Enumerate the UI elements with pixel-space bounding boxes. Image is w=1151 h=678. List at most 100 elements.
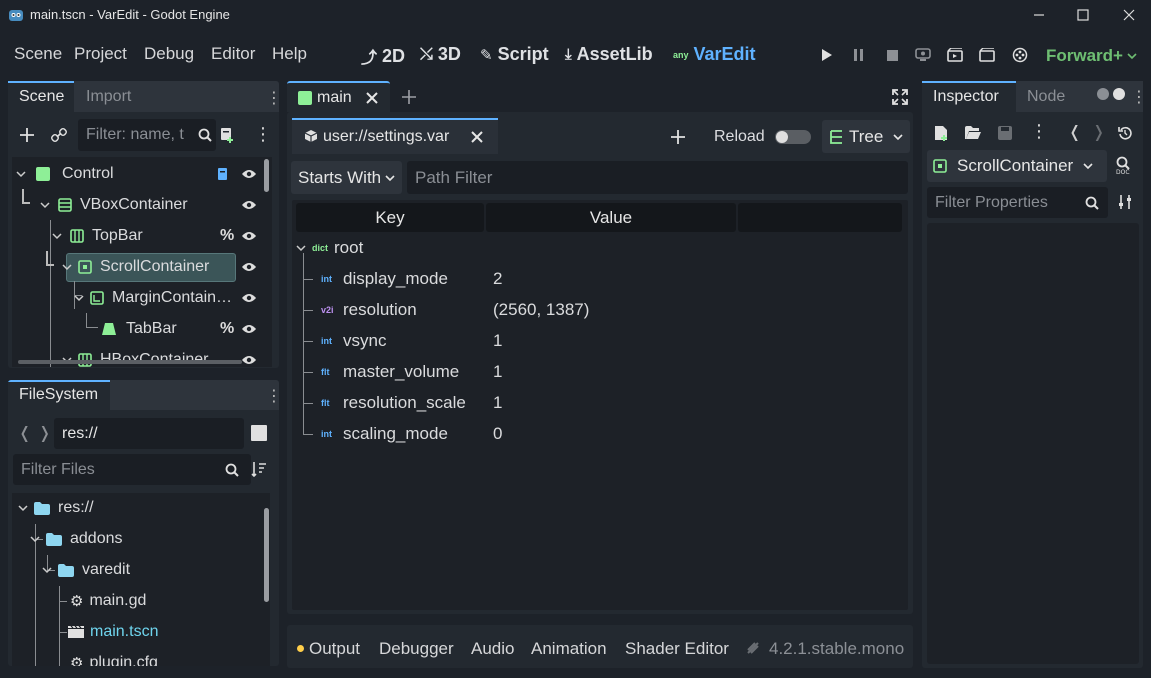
bottom-tab-output[interactable]: Output [309, 639, 360, 659]
new-tab-icon[interactable] [400, 88, 418, 106]
file-item-res[interactable]: res:// [12, 493, 94, 523]
split-view-icon[interactable] [251, 425, 267, 441]
tree-node-topbar[interactable]: TopBar % [12, 221, 268, 251]
maximize-button[interactable] [1060, 0, 1106, 30]
history-back-icon[interactable]: ❬ [1068, 122, 1081, 142]
new-resource-icon[interactable] [932, 124, 950, 142]
filter-files-input[interactable]: Filter Files [13, 454, 251, 485]
play-custom-scene-icon[interactable] [978, 46, 996, 64]
inspector-more-icon[interactable]: ⋮ [1030, 121, 1048, 142]
column-header-key[interactable]: Key [296, 203, 484, 232]
view-mode-select[interactable]: Tree [822, 120, 910, 153]
scene-filter-input[interactable]: Filter: name, t [78, 119, 216, 151]
tab-scroll-left-icon[interactable] [1097, 88, 1109, 100]
visibility-eye-icon[interactable] [241, 292, 257, 304]
menu-debug[interactable]: Debug [144, 44, 194, 64]
bottom-tab-shader-editor[interactable]: Shader Editor [625, 639, 729, 659]
entry-value[interactable]: 2 [493, 269, 502, 289]
entry-value[interactable]: 1 [493, 393, 502, 413]
file-tab[interactable]: user://settings.var [292, 118, 498, 154]
visibility-eye-icon[interactable] [241, 261, 257, 273]
attach-script-button[interactable] [218, 126, 236, 144]
close-window-button[interactable] [1106, 0, 1151, 30]
distraction-free-icon[interactable] [890, 87, 910, 107]
history-forward-icon[interactable]: ❭ [1092, 122, 1105, 142]
visibility-eye-icon[interactable] [241, 230, 257, 242]
bottom-tab-debugger[interactable]: Debugger [379, 639, 454, 659]
entry-row[interactable]: flt master_volume 1 [292, 357, 902, 387]
play-button[interactable] [818, 46, 836, 64]
tree-node-margincontainer[interactable]: MarginContain… [12, 283, 268, 313]
entry-row[interactable]: int vsync 1 [292, 326, 902, 356]
file-item-main-tscn[interactable]: main.tscn [12, 617, 158, 647]
close-file-icon[interactable] [470, 130, 484, 144]
save-icon[interactable] [996, 124, 1014, 142]
scene-more-icon[interactable]: ⋮ [254, 124, 272, 145]
entry-root[interactable]: dict root [292, 233, 902, 263]
path-filter-input[interactable]: Path Filter [407, 161, 908, 194]
movie-maker-icon[interactable] [1011, 46, 1029, 64]
entry-value[interactable]: 1 [493, 362, 502, 382]
forward-arrow-icon[interactable]: ❭ [38, 423, 51, 443]
workspace-varedit-button[interactable]: any VarEdit [673, 44, 756, 65]
scene-tree-vscrollbar[interactable] [264, 159, 269, 192]
entry-row[interactable]: v2i resolution (2560, 1387) [292, 295, 902, 325]
workspace-3d-button[interactable]: ⤯ 3D [420, 44, 461, 65]
add-entry-button[interactable] [669, 128, 687, 146]
play-scene-icon[interactable] [946, 46, 964, 64]
entry-value[interactable]: (2560, 1387) [493, 300, 589, 320]
entry-row[interactable]: int display_mode 2 [292, 264, 902, 294]
sort-icon[interactable] [250, 460, 268, 478]
visibility-eye-icon[interactable] [241, 354, 257, 366]
tab-import[interactable]: Import [86, 88, 131, 106]
tab-node[interactable]: Node [1027, 88, 1065, 106]
match-mode-select[interactable]: Starts With [291, 161, 402, 194]
tab-scroll-right-icon[interactable] [1113, 88, 1125, 100]
renderer-select[interactable]: Forward+ [1046, 46, 1137, 66]
stop-button[interactable] [883, 46, 901, 64]
menu-editor[interactable]: Editor [211, 44, 255, 64]
bottom-tab-animation[interactable]: Animation [531, 639, 607, 659]
dock-menu-icon[interactable]: ⋮ [266, 386, 279, 406]
dock-menu-icon[interactable]: ⋮ [266, 88, 282, 108]
file-item-varedit[interactable]: varedit [12, 555, 130, 585]
file-item-addons[interactable]: addons [12, 524, 123, 554]
tree-node-control[interactable]: Control [12, 159, 268, 189]
menu-scene[interactable]: Scene [14, 44, 62, 64]
entry-value[interactable]: 0 [493, 424, 502, 444]
tree-node-vboxcontainer[interactable]: VBoxContainer [12, 190, 268, 220]
history-icon[interactable] [1116, 124, 1134, 142]
remote-debug-icon[interactable] [914, 46, 932, 64]
dock-menu-icon[interactable]: ⋮ [1131, 87, 1147, 107]
menu-help[interactable]: Help [272, 44, 307, 64]
back-arrow-icon[interactable]: ❬ [18, 423, 31, 443]
visibility-eye-icon[interactable] [241, 323, 257, 335]
link-icon[interactable] [50, 126, 68, 144]
pause-button[interactable] [850, 46, 868, 64]
property-settings-icon[interactable] [1116, 193, 1134, 211]
entry-row[interactable]: flt resolution_scale 1 [292, 388, 902, 418]
selected-object-select[interactable]: ScrollContainer [927, 150, 1107, 182]
tree-node-scrollcontainer[interactable]: ScrollContainer [12, 252, 268, 282]
menu-project[interactable]: Project [74, 44, 127, 64]
workspace-script-button[interactable]: ✎ Script [480, 44, 549, 65]
visibility-eye-icon[interactable] [241, 168, 257, 180]
add-node-button[interactable] [18, 126, 36, 144]
open-folder-icon[interactable] [964, 124, 982, 142]
column-header-value[interactable]: Value [486, 203, 736, 232]
tree-node-tabbar[interactable]: TabBar % [12, 314, 268, 344]
entry-value[interactable]: 1 [493, 331, 502, 351]
close-tab-icon[interactable] [365, 91, 379, 105]
workspace-2d-button[interactable]: ⤴ 2D [361, 44, 405, 68]
minimize-button[interactable] [1016, 0, 1062, 30]
visibility-eye-icon[interactable] [241, 199, 257, 211]
tab-main[interactable]: main [287, 81, 390, 112]
entry-row[interactable]: int scaling_mode 0 [292, 419, 902, 449]
workspace-assetlib-button[interactable]: ⤓ AssetLib [565, 44, 653, 65]
scene-tree-hscrollbar[interactable] [18, 360, 242, 364]
reload-toggle[interactable] [775, 130, 811, 144]
filesystem-path-input[interactable]: res:// [54, 418, 244, 449]
file-tree-scrollbar[interactable] [264, 508, 269, 602]
script-attached-icon[interactable] [216, 167, 230, 181]
file-item-plugin-cfg[interactable]: ⚙ plugin.cfg [12, 648, 158, 666]
